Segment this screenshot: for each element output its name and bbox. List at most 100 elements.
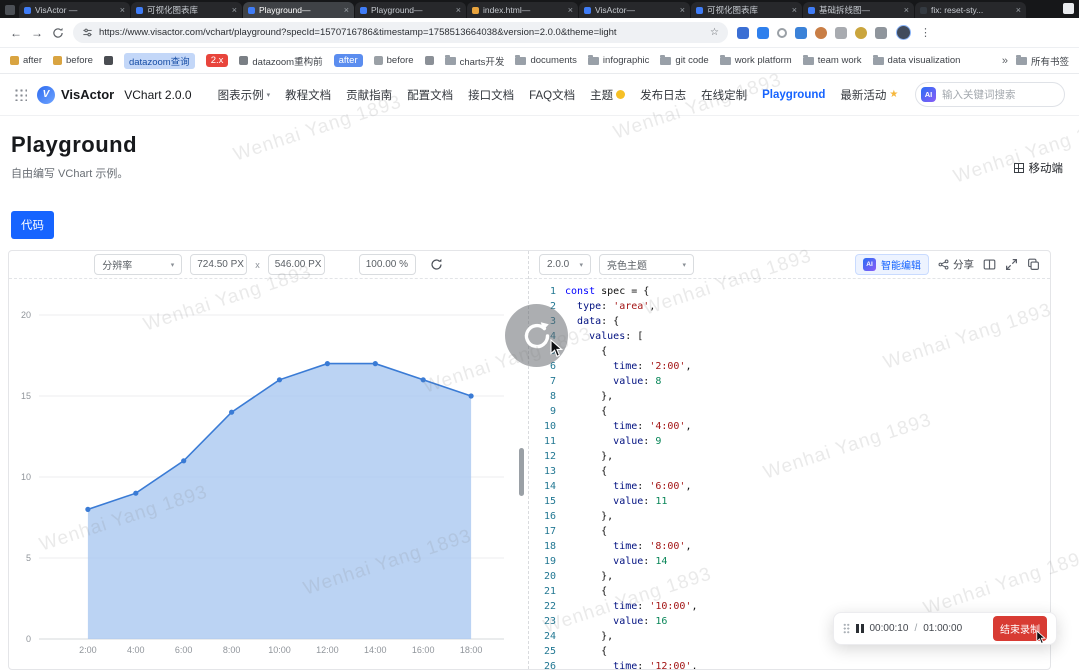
all-bookmarks-label: 所有书签 — [1031, 54, 1069, 68]
nav-item[interactable]: 在线定制 — [701, 87, 747, 103]
zoom-input[interactable]: 100.00 % — [359, 254, 416, 275]
bookmark-item[interactable]: after — [334, 54, 363, 67]
back-button[interactable]: ← — [10, 26, 22, 40]
pause-button[interactable] — [856, 624, 864, 633]
bookmark-item[interactable]: datazoom查询 — [124, 53, 195, 69]
tab-close-icon[interactable]: × — [568, 6, 573, 15]
extension-circle-icon[interactable] — [777, 28, 787, 38]
bookmark-item[interactable]: team work — [803, 55, 862, 66]
browser-tab[interactable]: Playground—× — [355, 2, 466, 18]
panel-scrollbar-thumb[interactable] — [519, 448, 524, 496]
nav-item[interactable]: 发布日志 — [640, 87, 686, 103]
search-input[interactable] — [942, 89, 1059, 101]
address-bar[interactable]: https://www.visactor.com/vchart/playgrou… — [73, 22, 728, 43]
browser-tab-strip: VisActor —×可视化图表库×Playground—×Playground… — [0, 0, 1079, 18]
bookmark-label: infographic — [603, 55, 649, 66]
browser-tab[interactable]: Playground— × — [243, 2, 354, 18]
open-new-window-icon[interactable] — [1027, 258, 1040, 271]
bookmark-item[interactable] — [425, 56, 434, 65]
nav-item[interactable]: 贡献指南 — [346, 87, 392, 103]
bookmark-item[interactable]: git code — [660, 55, 708, 66]
tab-close-icon[interactable]: × — [344, 6, 349, 15]
bookmark-star-icon[interactable]: ☆ — [710, 27, 719, 38]
browser-tab[interactable]: index.html—× — [467, 2, 578, 18]
browser-tab[interactable]: 可视化图表库× — [131, 2, 242, 18]
window-control-icon[interactable] — [1063, 3, 1074, 14]
tab-close-icon[interactable]: × — [456, 6, 461, 15]
folder-icon — [515, 57, 526, 65]
extension-monitor-icon[interactable] — [795, 27, 807, 39]
tab-title: Playground— — [259, 5, 340, 15]
bookmark-item[interactable]: datazoom重构前 — [239, 54, 322, 68]
canvas-height-input[interactable]: 546.00 PX — [268, 254, 325, 275]
nav-item[interactable]: 图表示例▾ — [218, 87, 271, 103]
tab-close-icon[interactable]: × — [120, 6, 125, 15]
bookmark-item[interactable] — [104, 56, 113, 65]
extension-tag-icon[interactable] — [835, 27, 847, 39]
code-tab-button[interactable]: 代码 — [11, 211, 54, 239]
browser-tab[interactable]: VisActor —× — [19, 2, 130, 18]
extension-grid-icon[interactable] — [737, 27, 749, 39]
svg-text:8:00: 8:00 — [223, 645, 241, 655]
bookmark-item[interactable]: documents — [515, 55, 576, 66]
nav-item[interactable]: 最新活动★ — [840, 87, 898, 103]
bookmark-item[interactable]: work platform — [720, 55, 792, 66]
all-bookmarks-button[interactable]: 所有书签 — [1016, 54, 1069, 68]
bookmark-item[interactable]: infographic — [588, 55, 649, 66]
theme-select[interactable]: 亮色主题 ▾ — [599, 254, 694, 275]
split-view-icon[interactable] — [983, 258, 996, 271]
extension-trident-icon[interactable] — [855, 27, 867, 39]
nav-item[interactable]: 接口文档 — [468, 87, 514, 103]
reload-button[interactable] — [52, 27, 64, 39]
search-box[interactable]: AI — [915, 82, 1065, 107]
bookmark-item[interactable]: 2.x — [206, 54, 229, 67]
bookmark-item[interactable]: after — [10, 55, 42, 66]
svg-text:10: 10 — [21, 472, 31, 482]
extension-chat-icon[interactable] — [757, 27, 769, 39]
ai-edit-button[interactable]: AI 智能编辑 — [855, 254, 929, 275]
extension-avatar-icon[interactable] — [815, 27, 827, 39]
browser-tab[interactable]: 基础拆线图—× — [803, 2, 914, 18]
bookmark-item[interactable]: data visualization — [873, 55, 961, 66]
forward-button[interactable]: → — [31, 26, 43, 40]
browser-tab[interactable]: fix: reset-sty...× — [915, 2, 1026, 18]
refresh-icon[interactable] — [430, 258, 443, 271]
resolution-select[interactable]: 分辨率 ▾ — [94, 254, 182, 275]
fullscreen-icon[interactable] — [1005, 258, 1018, 271]
nav-item[interactable]: 教程文档 — [285, 87, 331, 103]
tab-close-icon[interactable]: × — [680, 6, 685, 15]
nav-item[interactable]: 配置文档 — [407, 87, 453, 103]
tab-close-icon[interactable]: × — [792, 6, 797, 15]
mobile-view-label: 移动端 — [1029, 160, 1064, 176]
browser-tab[interactable]: 可视化图表库× — [691, 2, 802, 18]
extension-puzzle-icon[interactable] — [875, 27, 887, 39]
code-line: 7 value: 8 — [529, 374, 1050, 389]
bookmark-item[interactable]: before — [374, 55, 414, 66]
code-text: }, — [565, 569, 613, 584]
browser-tab[interactable]: VisActor—× — [579, 2, 690, 18]
nav-item[interactable]: 主题 — [590, 87, 625, 103]
version-select[interactable]: 2.0.0 ▾ — [539, 254, 591, 275]
product-name[interactable]: VChart 2.0.0 — [124, 88, 191, 102]
share-button[interactable]: 分享 — [938, 257, 974, 272]
tab-close-icon[interactable]: × — [1016, 6, 1021, 15]
browser-menu-icon[interactable]: ⋮ — [920, 26, 931, 39]
bookmarks-overflow-icon[interactable]: » — [1002, 55, 1008, 67]
drag-handle-icon[interactable] — [843, 623, 850, 634]
page-subtitle: 自由编写 VChart 示例。 — [11, 168, 1079, 181]
apps-grid-icon[interactable] — [14, 88, 27, 101]
tab-search-icon[interactable] — [5, 5, 15, 15]
code-editor[interactable]: 1const spec = {2 type: 'area',3 data: {4… — [529, 279, 1050, 669]
brand-name[interactable]: VisActor — [61, 87, 114, 102]
bookmark-item[interactable]: charts开发 — [445, 54, 505, 68]
tab-close-icon[interactable]: × — [232, 6, 237, 15]
nav-item[interactable]: Playground — [762, 89, 825, 101]
visactor-logo[interactable]: V — [37, 86, 55, 104]
profile-avatar[interactable] — [896, 25, 911, 40]
code-text: type: 'area', — [565, 299, 655, 314]
nav-item[interactable]: FAQ文档 — [529, 87, 575, 103]
mobile-view-toggle[interactable]: 移动端 — [1014, 160, 1064, 176]
bookmark-item[interactable]: before — [53, 55, 93, 66]
canvas-width-input[interactable]: 724.50 PX — [190, 254, 247, 275]
tab-close-icon[interactable]: × — [904, 6, 909, 15]
